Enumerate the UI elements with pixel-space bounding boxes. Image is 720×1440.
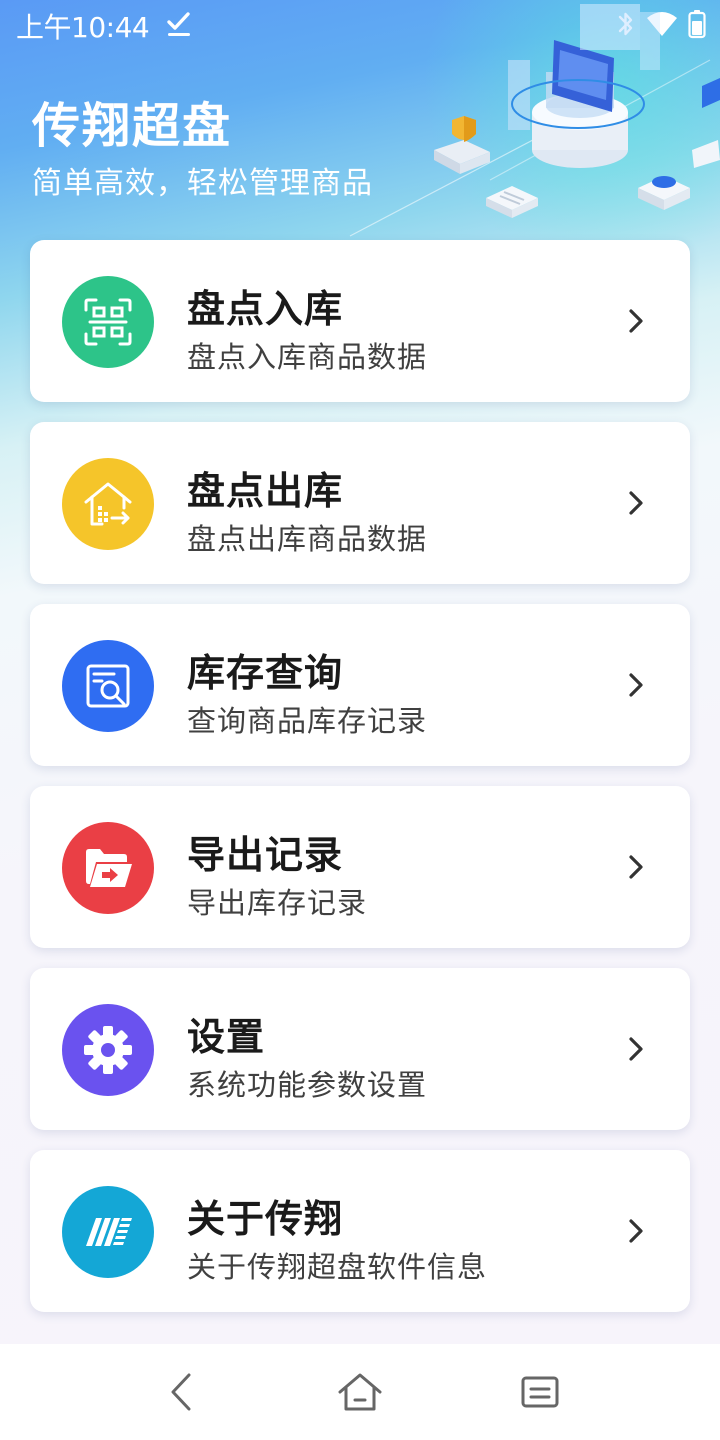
menu-item-title: 导出记录 bbox=[187, 833, 344, 877]
back-button[interactable] bbox=[156, 1366, 208, 1418]
recents-icon bbox=[521, 1376, 559, 1408]
app-title: 传翔超盘 bbox=[32, 98, 233, 154]
menu-item-title: 盘点入库 bbox=[187, 287, 344, 331]
menu-item-description: 查询商品库存记录 bbox=[187, 704, 428, 738]
chevron-right-icon bbox=[629, 491, 643, 515]
menu-item-description: 系统功能参数设置 bbox=[187, 1068, 428, 1102]
chevron-right-icon bbox=[629, 855, 643, 879]
menu-item-description: 盘点入库商品数据 bbox=[187, 340, 428, 374]
home-button[interactable] bbox=[334, 1366, 386, 1418]
menu-item-about[interactable]: 关于传翔 关于传翔超盘软件信息 bbox=[30, 1150, 690, 1312]
system-nav-bar bbox=[0, 1344, 720, 1440]
warehouse-out-icon bbox=[62, 458, 154, 550]
chevron-right-icon bbox=[629, 1037, 643, 1061]
scan-icon bbox=[62, 276, 154, 368]
menu-item-title: 关于传翔 bbox=[187, 1197, 344, 1241]
gear-icon bbox=[62, 1004, 154, 1096]
search-document-icon bbox=[62, 640, 154, 732]
menu-item-description: 关于传翔超盘软件信息 bbox=[187, 1250, 488, 1284]
menu-item-title: 设置 bbox=[187, 1015, 266, 1059]
recents-button[interactable] bbox=[514, 1366, 566, 1418]
brand-logo-icon bbox=[62, 1186, 154, 1278]
main-menu: 盘点入库 盘点入库商品数据 盘点出库 盘点出库商品数据 库存查询 查询商品库存记… bbox=[30, 240, 690, 1332]
back-icon bbox=[171, 1373, 191, 1411]
app-screen: 上午10:44 传翔超盘 简单高效，轻松管理商品 盘点入库 盘点入库商品数据 盘… bbox=[0, 0, 720, 1344]
check-icon bbox=[167, 12, 190, 36]
chevron-right-icon bbox=[629, 673, 643, 697]
menu-item-export-records[interactable]: 导出记录 导出库存记录 bbox=[30, 786, 690, 948]
menu-item-inventory-query[interactable]: 库存查询 查询商品库存记录 bbox=[30, 604, 690, 766]
status-time: 上午10:44 bbox=[16, 11, 150, 44]
menu-item-title: 库存查询 bbox=[187, 651, 344, 695]
menu-item-settings[interactable]: 设置 系统功能参数设置 bbox=[30, 968, 690, 1130]
menu-item-description: 盘点出库商品数据 bbox=[187, 522, 428, 556]
menu-item-stock-out[interactable]: 盘点出库 盘点出库商品数据 bbox=[30, 422, 690, 584]
app-subtitle: 简单高效，轻松管理商品 bbox=[32, 166, 373, 201]
chevron-right-icon bbox=[629, 1219, 643, 1243]
export-folder-icon bbox=[62, 822, 154, 914]
menu-item-description: 导出库存记录 bbox=[187, 886, 368, 920]
menu-item-title: 盘点出库 bbox=[187, 469, 344, 513]
home-icon bbox=[338, 1373, 382, 1411]
header-illustration bbox=[349, 4, 720, 237]
menu-item-stock-in[interactable]: 盘点入库 盘点入库商品数据 bbox=[30, 240, 690, 402]
chevron-right-icon bbox=[629, 309, 643, 333]
